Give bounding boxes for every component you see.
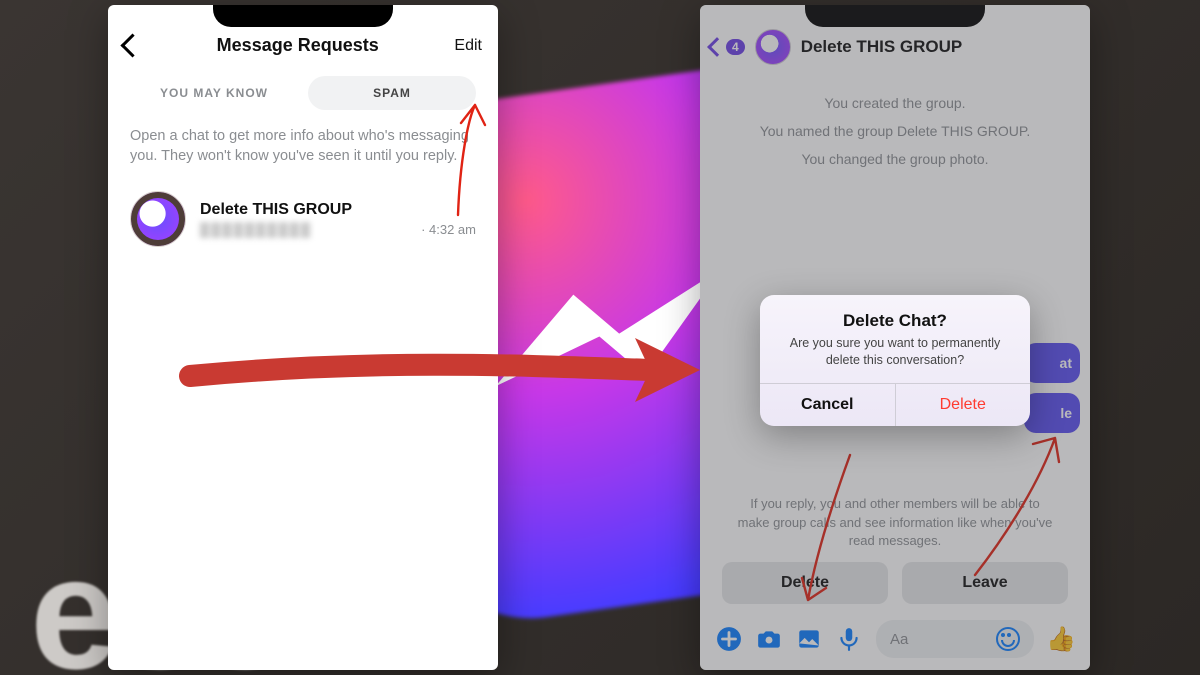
delete-chat-dialog: Delete Chat? Are you sure you want to pe… bbox=[760, 295, 1030, 426]
dialog-message: Are you sure you want to permanently del… bbox=[778, 335, 1012, 369]
request-tabs: YOU MAY KNOW SPAM bbox=[108, 64, 498, 118]
tutorial-composite: ess Message Requests Edit YOU MAY KNOW S… bbox=[0, 0, 1200, 675]
dialog-title: Delete Chat? bbox=[778, 311, 1012, 331]
group-avatar bbox=[130, 191, 186, 247]
edit-button[interactable]: Edit bbox=[454, 37, 482, 55]
conversation-time: · 4:32 am bbox=[421, 222, 476, 237]
conversation-preview: ██████████ bbox=[200, 222, 312, 237]
tab-you-may-know[interactable]: YOU MAY KNOW bbox=[130, 76, 298, 110]
dialog-cancel-button[interactable]: Cancel bbox=[760, 384, 896, 426]
conversation-row[interactable]: Delete THIS GROUP ██████████ · 4:32 am bbox=[108, 181, 498, 257]
dialog-delete-button[interactable]: Delete bbox=[896, 384, 1031, 426]
back-button[interactable] bbox=[124, 37, 141, 54]
screenshot-message-requests: Message Requests Edit YOU MAY KNOW SPAM … bbox=[108, 5, 498, 670]
spam-hint-text: Open a chat to get more info about who's… bbox=[108, 118, 498, 181]
page-title: Message Requests bbox=[217, 35, 379, 56]
tab-spam[interactable]: SPAM bbox=[308, 76, 476, 110]
phone-notch bbox=[213, 5, 393, 27]
chevron-left-icon bbox=[120, 33, 144, 57]
screenshot-delete-chat: 4 Delete THIS GROUP You created the grou… bbox=[700, 5, 1090, 670]
conversation-title: Delete THIS GROUP bbox=[200, 201, 476, 219]
